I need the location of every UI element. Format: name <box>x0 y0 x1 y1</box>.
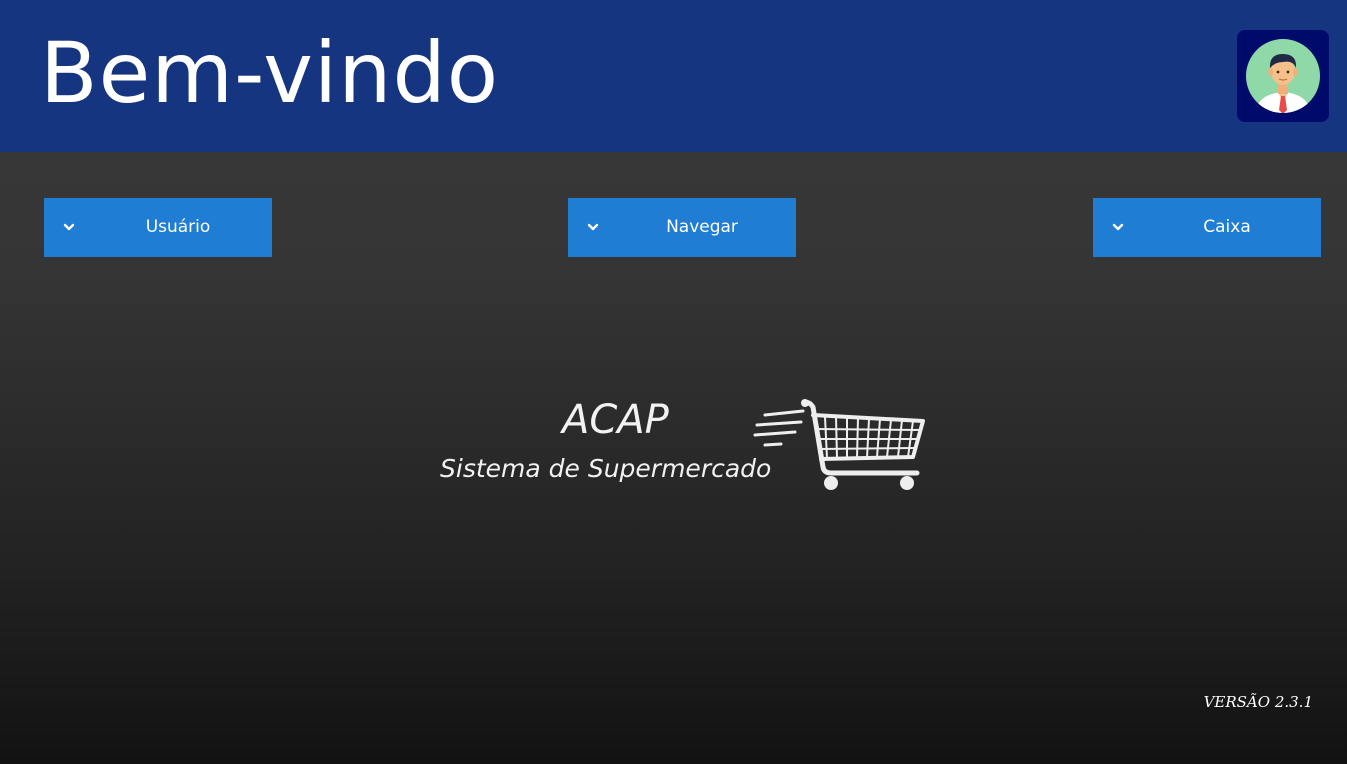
chevron-down-icon <box>63 223 75 231</box>
usuario-menu-button[interactable]: Usuário <box>44 198 272 257</box>
chevron-down-icon <box>587 223 599 231</box>
navegar-menu-button[interactable]: Navegar <box>568 198 796 257</box>
user-avatar-icon <box>1246 39 1320 113</box>
logo-name: ACAP <box>562 397 669 443</box>
navegar-menu-label: Navegar <box>666 217 738 237</box>
caixa-menu-button[interactable]: Caixa <box>1093 198 1321 257</box>
version-label: VERSÃO 2.3.1 <box>1203 693 1313 711</box>
user-profile-button[interactable] <box>1237 30 1329 122</box>
caixa-menu-label: Caixa <box>1203 217 1251 237</box>
chevron-down-icon <box>1112 223 1124 231</box>
header-bar: Bem-vindo <box>0 0 1347 152</box>
logo-subtitle: Sistema de Supermercado <box>440 454 772 483</box>
app-logo: ACAP Sistema de Supermercado <box>430 390 930 500</box>
shopping-cart-icon <box>753 399 925 490</box>
page-title: Bem-vindo <box>40 24 500 122</box>
usuario-menu-label: Usuário <box>145 217 211 237</box>
